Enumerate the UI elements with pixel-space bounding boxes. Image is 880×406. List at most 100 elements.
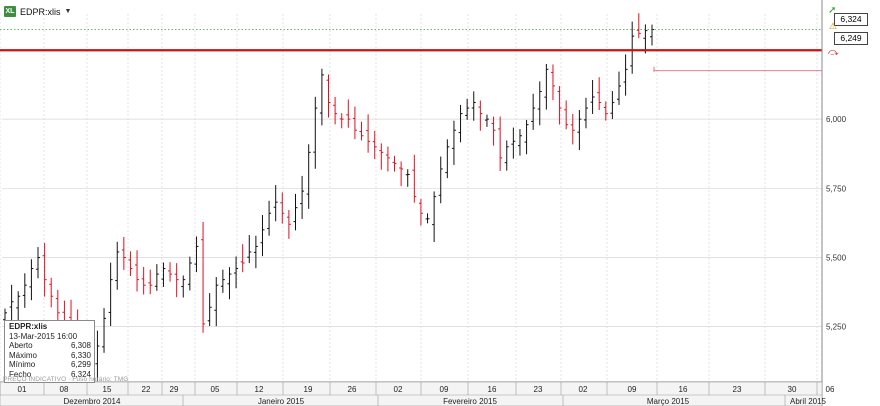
symbol-label[interactable]: EDPR:xlis — [20, 7, 61, 17]
x-month-label: Março 2015 — [647, 397, 690, 406]
ohlc-bar — [141, 267, 146, 295]
ohlc-bar — [333, 96, 338, 125]
info-row-high: Máximo 6,330 — [9, 350, 91, 360]
ohlc-bar — [577, 110, 582, 151]
ohlc-bar — [306, 144, 311, 209]
ohlc-bar — [597, 77, 602, 111]
x-week-label: 26 — [348, 385, 357, 394]
ohlc-bar — [544, 63, 549, 110]
ohlc-bar — [174, 263, 179, 298]
ohlc-bar — [121, 236, 126, 270]
x-week-label: 16 — [488, 385, 497, 394]
ohlc-bar — [42, 242, 47, 297]
x-week-label: 19 — [304, 385, 313, 394]
x-month-label: Janeiro 2015 — [258, 397, 305, 406]
info-row-low: Mínimo 6,299 — [9, 360, 91, 370]
info-row-open: Aberto 6,308 — [9, 341, 91, 351]
last-price-box: 6,324 — [834, 13, 868, 26]
ohlc-bar — [181, 275, 186, 298]
ohlc-bar — [234, 256, 239, 289]
ohlc-bar — [451, 120, 456, 165]
y-tick-label: 5,750 — [826, 184, 847, 193]
ohlc-bar — [352, 106, 357, 140]
ohlc-bar — [286, 210, 291, 239]
x-week-label: 30 — [788, 385, 797, 394]
ohlc-bar — [273, 185, 278, 222]
ohlc-bar — [227, 267, 232, 300]
ohlc-bar — [491, 116, 496, 146]
spreadsheet-icon: XL — [4, 6, 16, 17]
ohlc-bar — [339, 113, 344, 129]
ohlc-bar — [247, 235, 252, 264]
signal-icon[interactable]: ⤼ — [828, 47, 839, 58]
ohlc-bar — [49, 277, 54, 308]
x-week-label: 06 — [826, 385, 835, 394]
ohlc-bar — [154, 264, 159, 291]
ohlc-bar — [148, 269, 153, 295]
y-tick-label: 5,250 — [826, 323, 847, 332]
ohlc-bar — [438, 156, 443, 204]
ohlc-bar — [531, 93, 536, 130]
ohlc-bar — [650, 24, 654, 46]
ohlc-bar — [623, 54, 628, 96]
ohlc-bar — [425, 213, 430, 224]
ohlc-bar — [313, 96, 318, 169]
ohlc-bar — [359, 121, 364, 141]
ohlc-bar — [16, 291, 21, 324]
chart-header[interactable]: XL EDPR:xlis ▼ — [4, 5, 71, 18]
x-month-label: Dezembro 2014 — [64, 397, 121, 406]
x-week-label: 23 — [733, 385, 742, 394]
x-week-label: 09 — [628, 385, 637, 394]
ohlc-bar — [95, 330, 100, 382]
ohlc-bar — [36, 247, 41, 279]
ohlc-bar — [432, 191, 437, 243]
ohlc-bar — [550, 64, 555, 101]
ohlc-bar — [458, 104, 463, 143]
price-chart[interactable]: 5,250 5,500 5,750 6,000 01 08 15 22 29 05 12 19 26 02… — [0, 0, 880, 406]
ohlc-bar — [135, 250, 140, 292]
ohlc-bar — [564, 100, 569, 130]
x-week-label: 12 — [255, 385, 264, 394]
ohlc-bar — [537, 81, 542, 126]
ohlc-bar — [168, 262, 173, 282]
ohlc-bar — [108, 262, 113, 327]
ohlc-bar — [240, 244, 245, 273]
chevron-down-icon[interactable]: ▼ — [65, 8, 72, 15]
ohlc-bar — [102, 308, 107, 353]
ohlc-bar — [22, 273, 27, 308]
ohlc-bar — [319, 68, 324, 126]
ohlc-bar — [471, 91, 476, 121]
x-week-label: 08 — [60, 385, 69, 394]
ohlc-bar — [478, 100, 483, 131]
alert-icon[interactable]: ⚠ — [829, 21, 837, 32]
ohlc-bar — [484, 114, 489, 127]
y-tick-label: 6,000 — [826, 115, 847, 124]
ohlc-bar — [636, 13, 641, 39]
x-week-label: 29 — [170, 385, 179, 394]
x-week-label: 23 — [534, 385, 543, 394]
axes: 5,250 5,500 5,750 6,000 01 08 15 22 29 05 12 19 26 02… — [0, 0, 847, 406]
x-week-label: 01 — [18, 385, 27, 394]
x-week-label: 22 — [142, 385, 151, 394]
ohlc-bar — [366, 114, 371, 153]
ohlc-bar — [399, 161, 404, 187]
x-week-label: 16 — [679, 385, 688, 394]
x-week-label: 09 — [440, 385, 449, 394]
ohlc-bar — [128, 251, 133, 277]
ohlc-bar — [418, 198, 423, 226]
ohlc-bar — [412, 154, 417, 203]
ohlc-bar — [610, 91, 615, 120]
ohlc-bar — [392, 155, 397, 172]
ohlc-bar — [267, 200, 272, 236]
ohlc-bar — [220, 269, 225, 293]
x-axis-band — [0, 381, 823, 406]
ohlc-bar — [187, 256, 192, 291]
ohlc-bar — [207, 293, 212, 327]
ohlc-bar — [201, 221, 206, 333]
ohlc-bar — [590, 80, 595, 114]
ohlc-bar — [293, 193, 298, 231]
info-date: 13-Mar-2015 16:00 — [9, 331, 78, 341]
info-symbol: EDPR:xlis — [9, 322, 48, 331]
ohlc-bar — [260, 215, 265, 257]
resistance-price-box: 6,249 — [834, 32, 868, 45]
